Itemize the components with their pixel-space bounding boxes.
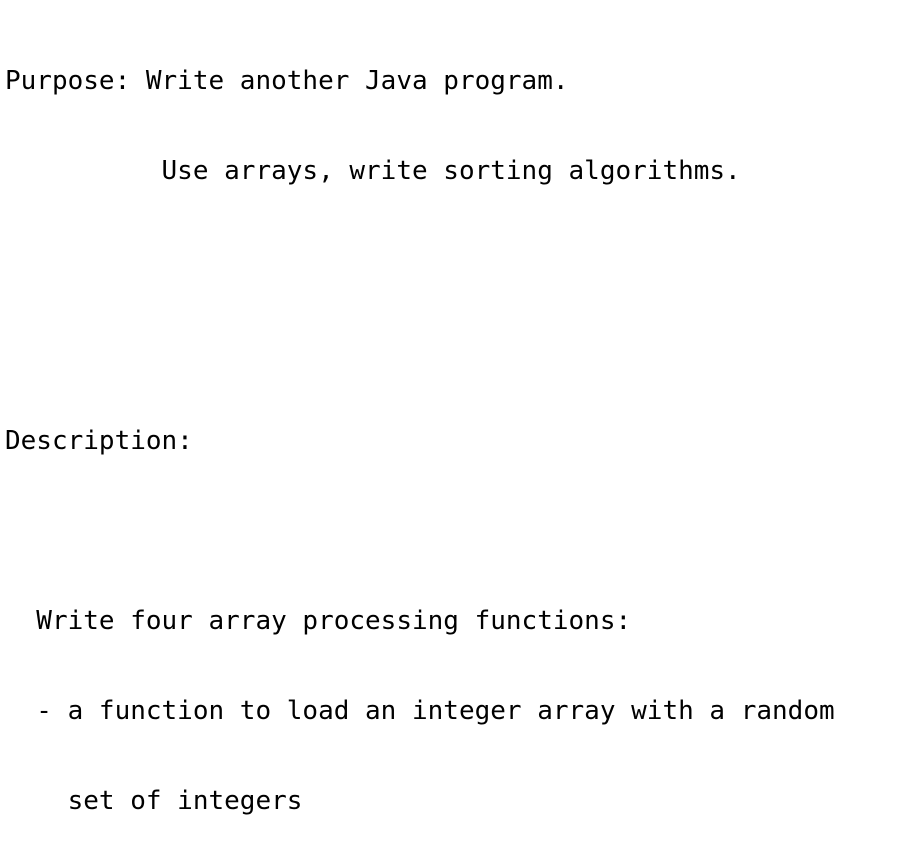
text-line: Purpose: Write another Java program. [5, 66, 569, 96]
text-line: Use arrays, write sorting algorithms. [5, 156, 741, 186]
text-line: Write four array processing functions: [5, 606, 632, 636]
text-line: set of integers [5, 786, 303, 816]
text-line: - a function to load an integer array wi… [5, 696, 835, 726]
plain-text-content: Purpose: Write another Java program. Use… [5, 6, 920, 862]
text-line: Description: [5, 426, 193, 456]
document-page: Purpose: Write another Java program. Use… [0, 0, 920, 862]
